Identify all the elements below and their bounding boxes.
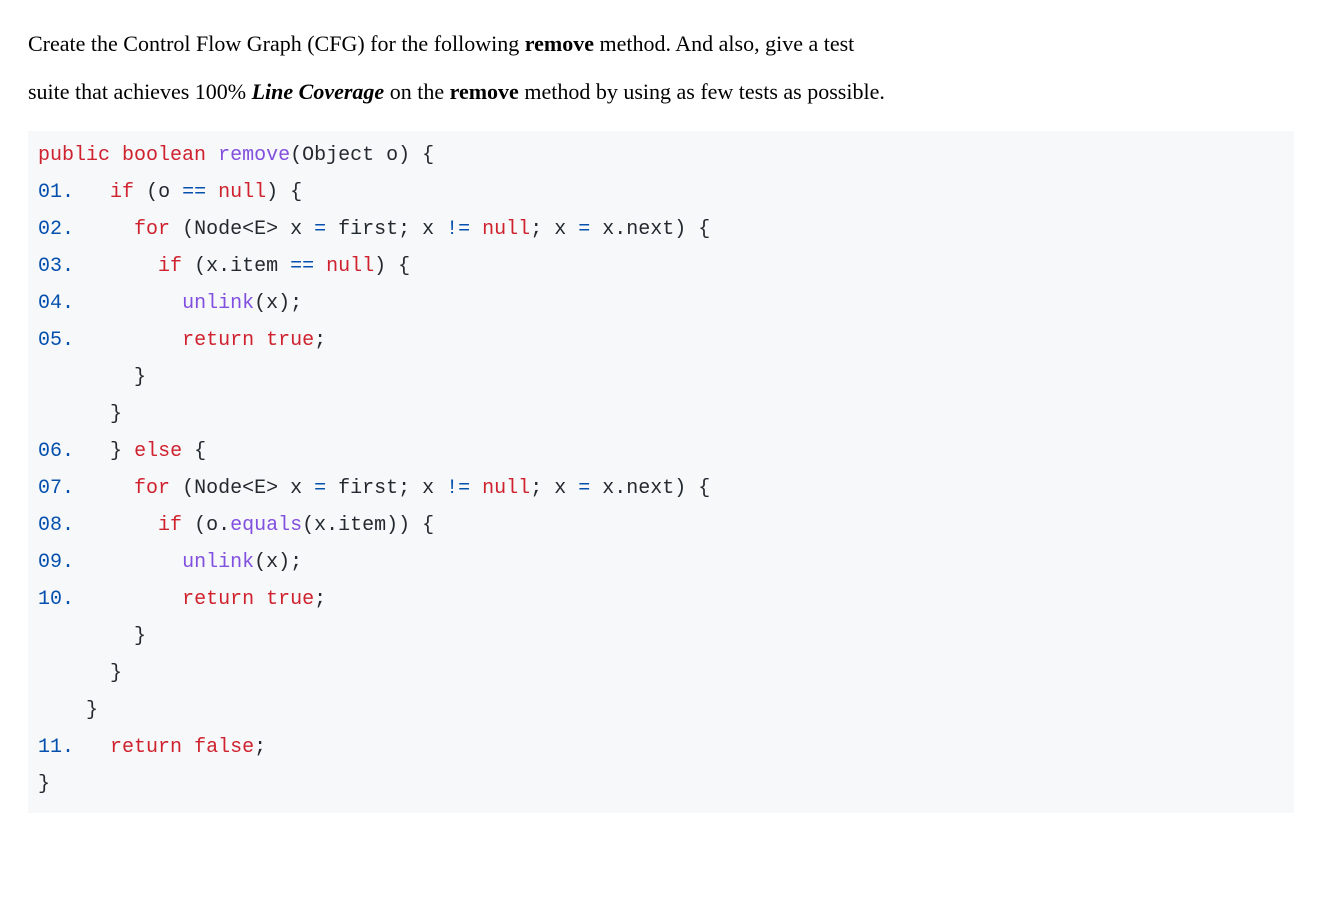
code-brace-close-3: }: [38, 625, 146, 648]
lineno-11: 11: [38, 736, 62, 759]
code-sig-params: (Object o) {: [290, 144, 434, 167]
code-brace-close-4: }: [38, 662, 122, 685]
question-bold-remove-1: remove: [525, 31, 594, 56]
lineno-02: 02: [38, 218, 62, 241]
code-brace-close-5: }: [38, 699, 98, 722]
code-kw-public: public: [38, 144, 110, 167]
question-part-1c: method. And also, give a test: [594, 31, 854, 56]
code-brace-close-1: }: [38, 366, 146, 389]
question-part-2e: method by using as few tests as possible…: [519, 79, 885, 104]
question-bolditalic-linecoverage: Line Coverage: [252, 79, 385, 104]
lineno-08: 08: [38, 514, 62, 537]
lineno-07: 07: [38, 477, 62, 500]
lineno-01: 01: [38, 181, 62, 204]
question-part-2c: on the: [384, 79, 449, 104]
question-bold-remove-2: remove: [450, 79, 519, 104]
lineno-03: 03: [38, 255, 62, 278]
code-type-boolean: boolean: [122, 144, 206, 167]
code-block: public boolean remove(Object o) { 01. if…: [28, 131, 1294, 813]
code-fn-remove: remove: [218, 144, 290, 167]
code-brace-close-2: }: [38, 403, 122, 426]
lineno-09: 09: [38, 551, 62, 574]
question-part-2a: suite that achieves 100%: [28, 79, 252, 104]
lineno-10: 10: [38, 588, 62, 611]
question-part-1a: Create the Control Flow Graph (CFG) for …: [28, 31, 525, 56]
lineno-06: 06: [38, 440, 62, 463]
page: Create the Control Flow Graph (CFG) for …: [0, 0, 1322, 841]
lineno-05: 05: [38, 329, 62, 352]
lineno-04: 04: [38, 292, 62, 315]
question-line-2: suite that achieves 100% Line Coverage o…: [28, 68, 1294, 116]
code-brace-close-6: }: [38, 773, 50, 796]
question-line-1: Create the Control Flow Graph (CFG) for …: [28, 20, 1294, 68]
question-text: Create the Control Flow Graph (CFG) for …: [28, 20, 1294, 117]
